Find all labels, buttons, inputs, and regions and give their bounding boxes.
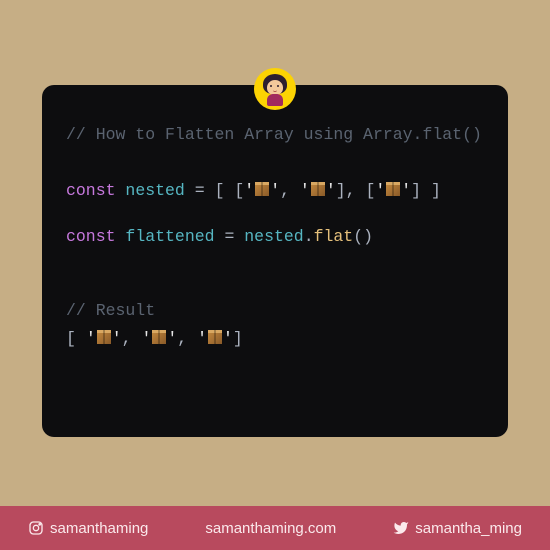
comment-title: // How to Flatten Array using Array.flat… [66, 125, 482, 144]
footer-instagram-label: samanthaming [50, 520, 148, 537]
footer: samanthaming samanthaming.com samantha_m… [0, 506, 550, 550]
footer-twitter[interactable]: samantha_ming [393, 520, 522, 537]
box-icon [152, 330, 166, 344]
code-line-flattened: const flattened = nested.flat() [66, 225, 484, 249]
instagram-icon [28, 520, 44, 536]
avatar [254, 68, 296, 110]
box-icon [386, 182, 400, 196]
footer-instagram[interactable]: samanthaming [28, 520, 148, 537]
code-line-nested: const nested = [ ['', ''], [''] ] [66, 179, 484, 203]
footer-website-label: samanthaming.com [205, 520, 336, 537]
comment-result: // Result [66, 301, 155, 320]
box-icon [97, 330, 111, 344]
box-icon [208, 330, 222, 344]
box-icon [311, 182, 325, 196]
footer-twitter-label: samantha_ming [415, 520, 522, 537]
code-snippet: // How to Flatten Array using Array.flat… [42, 85, 508, 437]
twitter-icon [393, 520, 409, 536]
code-line-result: [ '', '', ''] [66, 327, 484, 351]
footer-website[interactable]: samanthaming.com [205, 520, 336, 537]
box-icon [255, 182, 269, 196]
